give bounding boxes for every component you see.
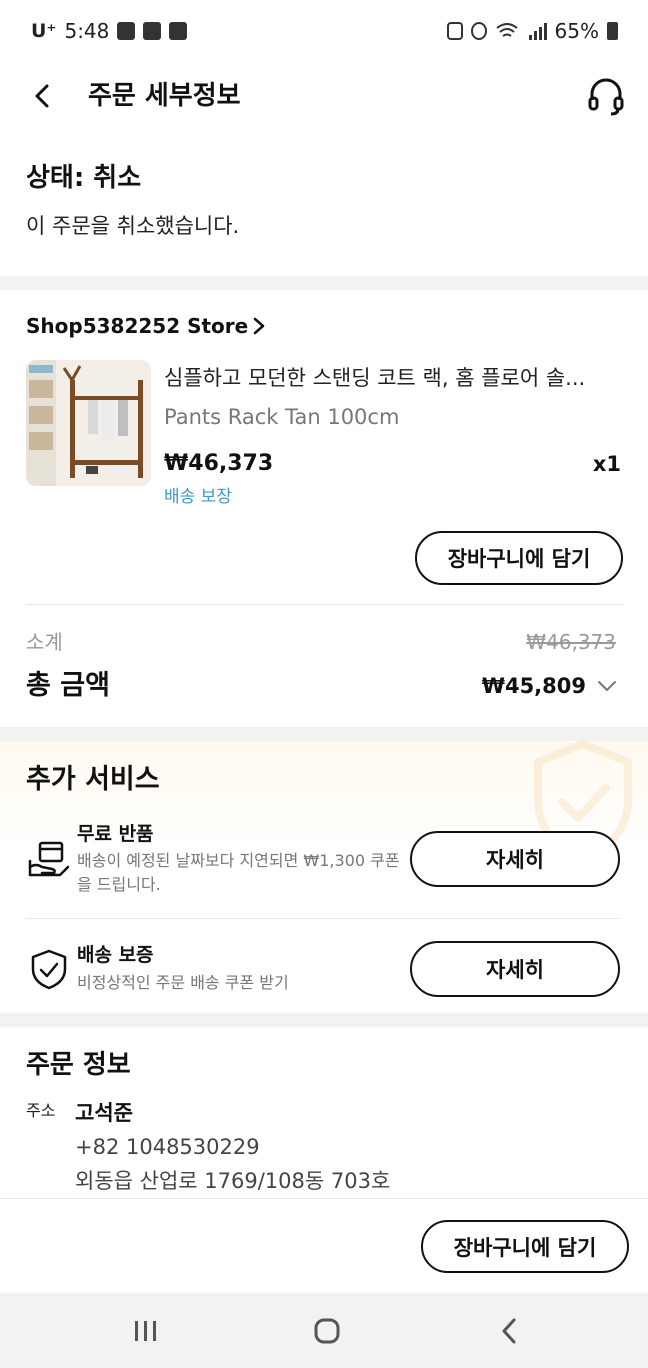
signal-icon [528, 23, 547, 40]
section-divider [0, 1013, 648, 1027]
chevron-down-icon [598, 681, 616, 691]
shopping-notification-icon [143, 22, 162, 40]
clock: 5:48 [64, 19, 110, 43]
battery-icon [607, 22, 618, 40]
system-back-button[interactable] [487, 1311, 531, 1351]
recipient-phone: +82 1048530229 [75, 1135, 260, 1159]
divider [26, 918, 621, 919]
headset-icon [588, 78, 624, 116]
chevron-right-icon [253, 317, 265, 335]
shield-check-icon [31, 949, 67, 990]
chevron-left-icon [35, 84, 49, 108]
order-status-title: 상태: 취소 [26, 163, 142, 193]
battery-saver-icon [446, 22, 463, 40]
recent-apps-icon [135, 1321, 156, 1341]
customer-support-button[interactable] [585, 76, 627, 116]
carrier-label: U⁺ [31, 20, 57, 42]
shopping-notification-icon-2 [169, 22, 188, 40]
gallery-notification-icon [117, 22, 136, 40]
subtotal-label: 소계 [26, 630, 63, 654]
delivery-guarantee-details-button[interactable]: 자세히 [410, 941, 620, 997]
service-desc-delivery-guarantee: 비정상적인 주문 배송 쿠폰 받기 [77, 973, 289, 992]
subtotal-value: ₩46,373 [526, 630, 616, 654]
header: 주문 세부정보 [0, 62, 648, 132]
wifi-icon [495, 23, 518, 37]
back-icon [502, 1318, 516, 1344]
services-title: 추가 서비스 [26, 764, 160, 795]
battery-percent: 65% [554, 19, 599, 43]
add-to-cart-button[interactable]: 장바구니에 담기 [415, 531, 623, 585]
home-button[interactable] [305, 1311, 349, 1351]
section-divider [0, 276, 648, 290]
home-icon [314, 1318, 340, 1344]
back-button[interactable] [22, 76, 62, 116]
free-return-icon [28, 841, 70, 877]
order-status-description: 이 주문을 취소했습니다. [26, 214, 240, 238]
total-value: ₩45,809 [481, 674, 586, 698]
status-right: 65% [446, 17, 618, 45]
system-nav-bar [0, 1293, 648, 1368]
product-variant: Pants Rack Tan 100cm [164, 405, 400, 429]
product-image [26, 360, 151, 486]
service-title-free-return: 무료 반품 [77, 823, 154, 845]
shipping-guarantee-tag: 배송 보장 [164, 487, 232, 507]
product-price: ₩46,373 [164, 451, 274, 476]
status-bar: U⁺ 5:48 65% [0, 0, 648, 62]
order-info-title: 주문 정보 [26, 1050, 131, 1080]
recent-apps-button[interactable] [124, 1311, 168, 1351]
free-return-details-button[interactable]: 자세히 [410, 831, 620, 887]
service-title-delivery-guarantee: 배송 보증 [77, 944, 154, 966]
address-line: 외동읍 산업로 1769/108동 703호 [75, 1169, 391, 1193]
service-desc-free-return: 배송이 예정된 날짜보다 지연되면 ₩1,300 쿠폰을 드립니다. [77, 851, 400, 894]
store-name: Shop5382252 Store [26, 314, 249, 338]
address-label: 주소 [26, 1101, 56, 1120]
store-link[interactable]: Shop5382252 Store [26, 309, 266, 343]
recipient-name: 고석준 [75, 1101, 133, 1125]
product-quantity: x1 [592, 452, 621, 476]
divider [26, 604, 623, 605]
product-thumbnail[interactable] [26, 360, 151, 486]
total-amount-toggle[interactable]: ₩45,809 [482, 667, 618, 705]
bottom-add-to-cart-button[interactable]: 장바구니에 담기 [421, 1220, 629, 1273]
product-title[interactable]: 심플하고 모던한 스탠딩 코트 랙, 홈 플로어 솔... [164, 361, 620, 395]
total-label: 총 금액 [26, 670, 110, 701]
status-left: U⁺ 5:48 [31, 17, 188, 45]
page-title: 주문 세부정보 [88, 81, 241, 111]
alarm-icon [470, 22, 487, 40]
